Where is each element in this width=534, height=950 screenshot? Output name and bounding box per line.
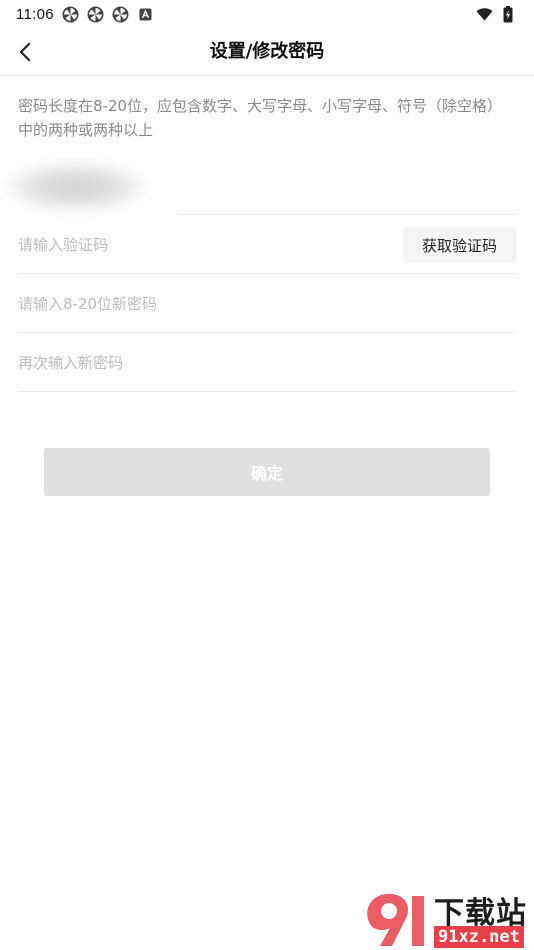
status-bar: 11:06 bbox=[0, 0, 534, 28]
chevron-left-icon bbox=[19, 42, 31, 62]
page-title: 设置/修改密码 bbox=[209, 41, 325, 62]
pinwheel-icon bbox=[112, 6, 129, 23]
status-right bbox=[476, 5, 516, 23]
status-time: 11:06 bbox=[16, 5, 54, 23]
watermark-logo-icon bbox=[367, 893, 424, 946]
new-password-row bbox=[18, 275, 516, 333]
password-rule-hint: 密码长度在8-20位，应包含数字、大写字母、小写字母、符号（除空格）中的两种或两… bbox=[18, 97, 503, 139]
phone-number-row bbox=[0, 156, 534, 216]
nav-bar: 设置/修改密码 bbox=[0, 28, 534, 76]
site-watermark: 下载站 91xz.net bbox=[362, 888, 534, 950]
change-password-screen: 11:06 设置/修改密码 密码长度在8-20位，应包含数字、大写字母、小写字母… bbox=[0, 0, 534, 950]
verification-code-row: 获取验证码 bbox=[18, 216, 516, 274]
battery-charging-icon bbox=[499, 5, 516, 23]
status-left: 11:06 bbox=[16, 6, 154, 23]
pinwheel-icon bbox=[87, 6, 104, 23]
wifi-icon bbox=[476, 6, 493, 23]
watermark-site: 91xz.net bbox=[434, 926, 524, 948]
new-password-input[interactable] bbox=[18, 294, 516, 313]
divider bbox=[178, 214, 516, 215]
get-code-button[interactable]: 获取验证码 bbox=[403, 227, 516, 263]
pinwheel-icon bbox=[62, 6, 79, 23]
confirm-button[interactable]: 确定 bbox=[44, 448, 490, 496]
confirm-password-row bbox=[18, 334, 516, 392]
confirm-password-input[interactable] bbox=[18, 353, 516, 372]
a-box-icon bbox=[137, 6, 154, 23]
verification-code-input[interactable] bbox=[18, 235, 378, 254]
back-button[interactable] bbox=[8, 34, 44, 70]
redacted-phone-number bbox=[6, 162, 146, 212]
